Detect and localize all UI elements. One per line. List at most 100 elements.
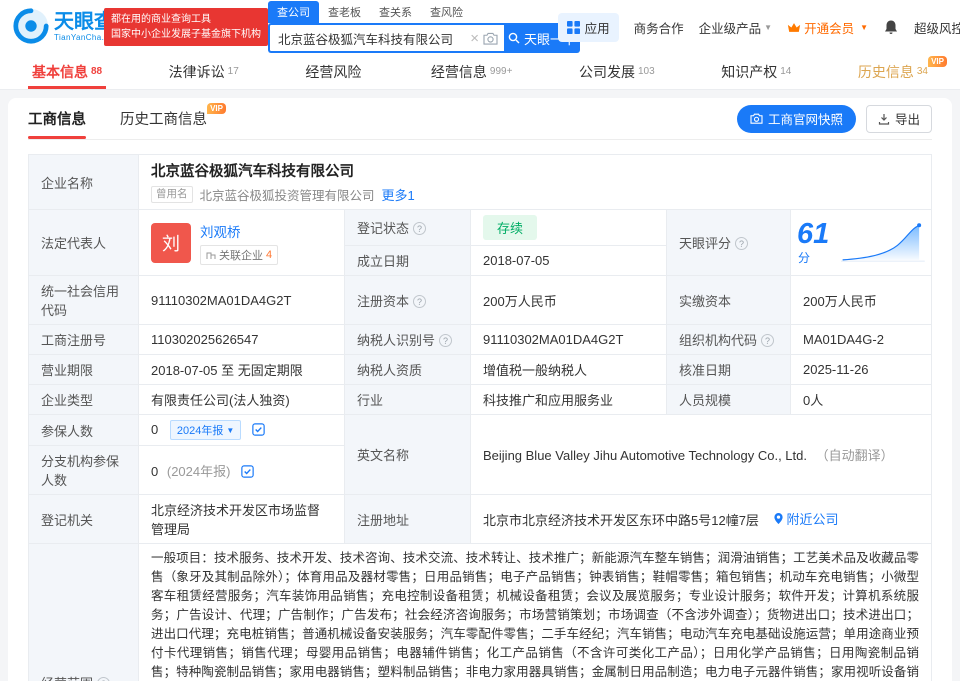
- search-tab-relation[interactable]: 查关系: [370, 1, 421, 23]
- legal-rep-link[interactable]: 刘观桥: [200, 221, 278, 241]
- status-badge: 存续: [483, 215, 537, 240]
- open-vip-label: 开通会员: [804, 18, 854, 37]
- table-row: 登记机关 北京经济技术开发区市场监督管理局 注册地址 北京市北京经济技术开发区东…: [29, 495, 932, 544]
- info-icon[interactable]: ?: [761, 334, 774, 347]
- open-vip-menu[interactable]: 开通会员 ▼: [787, 18, 868, 37]
- reg-status-cell: 存续: [471, 210, 667, 246]
- camera-search-icon[interactable]: [483, 32, 498, 45]
- annual-report-certificate-icon[interactable]: [241, 465, 254, 478]
- table-row: 营业期限 2018-07-05 至 无固定期限 纳税人资质 增值税一般纳税人 核…: [29, 355, 932, 385]
- vip-badge: VIP: [207, 103, 226, 114]
- taxpayer-quality-label: 纳税人资质: [345, 355, 471, 385]
- location-pin-icon: [773, 512, 784, 525]
- subtab-row: 工商信息 历史工商信息 VIP 工商官网快照: [28, 98, 932, 140]
- org-code-value: MA01DA4G-2: [791, 325, 932, 355]
- nearby-companies-link[interactable]: 附近公司: [773, 509, 839, 528]
- related-companies-tag[interactable]: 关联企业 4: [200, 245, 278, 265]
- info-icon[interactable]: ?: [413, 222, 426, 235]
- search-tab-risk[interactable]: 查风险: [421, 1, 472, 23]
- paid-capital-label: 实缴资本: [667, 276, 791, 325]
- search-tab-company[interactable]: 查公司: [268, 1, 319, 23]
- vip-badge: VIP: [928, 56, 947, 67]
- snapshot-label: 工商官网快照: [768, 109, 843, 128]
- subtab-label: 历史工商信息: [120, 108, 207, 129]
- apps-grid-icon: [567, 21, 580, 34]
- tab-label: 法律诉讼: [169, 62, 225, 82]
- enterprise-products-menu[interactable]: 企业级产品 ▼: [699, 18, 772, 37]
- super-risk-link[interactable]: 超级风控: [914, 18, 960, 37]
- apps-button[interactable]: 应用: [558, 13, 619, 42]
- export-button[interactable]: 导出: [866, 105, 932, 133]
- tab-basic-info[interactable]: 基本信息88: [28, 54, 106, 89]
- tab-count: 103: [638, 66, 655, 77]
- insured-cell: 0 2024年报▼: [139, 415, 345, 446]
- company-name: 北京蓝谷极狐汽车科技有限公司: [151, 160, 919, 181]
- chevron-down-icon: ▼: [860, 23, 868, 32]
- english-name: Beijing Blue Valley Jihu Automotive Tech…: [483, 448, 807, 463]
- industry-label: 行业: [345, 385, 471, 415]
- table-row: 参保人数 0 2024年报▼ 英文名称: [29, 415, 932, 446]
- industry-value: 科技推广和应用服务业: [471, 385, 667, 415]
- tab-operation-info[interactable]: 经营信息999+: [427, 54, 517, 89]
- annual-report-certificate-icon[interactable]: [252, 423, 265, 436]
- branch-insured-count: 0: [151, 464, 158, 479]
- score-number: 61: [797, 218, 829, 250]
- info-icon[interactable]: ?: [413, 295, 426, 308]
- company-type-label: 企业类型: [29, 385, 139, 415]
- established-value: 2018-07-05: [471, 246, 667, 276]
- business-cooperation-link[interactable]: 商务合作: [634, 18, 684, 37]
- table-row: 经营范围? 一般项目：技术服务、技术开发、技术咨询、技术交流、技术转让、技术推广…: [29, 544, 932, 681]
- official-snapshot-button[interactable]: 工商官网快照: [737, 105, 856, 133]
- table-row: 法定代表人 刘 刘观桥 关联企业: [29, 210, 932, 246]
- content-area: 工商信息 历史工商信息 VIP 工商官网快照: [0, 90, 960, 681]
- apps-label: 应用: [585, 18, 610, 37]
- tab-legal-proceedings[interactable]: 法律诉讼17: [165, 54, 243, 89]
- download-icon: [878, 113, 890, 125]
- tab-history-info[interactable]: 历史信息34 VIP: [854, 54, 932, 89]
- staff-size-label: 人员规模: [667, 385, 791, 415]
- score-unit: 分: [798, 251, 810, 265]
- tab-operation-risk[interactable]: 经营风险: [301, 54, 368, 89]
- more-former-names-link[interactable]: 更多1: [382, 185, 415, 204]
- org-code-label: 组织机构代码?: [667, 325, 791, 355]
- search-box: ×: [268, 23, 504, 53]
- branch-insured-cell: 0 (2024年报): [139, 446, 345, 495]
- credit-code-value: 91110302MA01DA4G2T: [139, 276, 345, 325]
- tab-count: 88: [91, 66, 102, 77]
- business-scope-value: 一般项目：技术服务、技术开发、技术咨询、技术交流、技术转让、技术推广；新能源汽车…: [139, 544, 932, 681]
- former-name: 北京蓝谷极狐投资管理有限公司: [200, 185, 375, 204]
- search-tabs: 查公司 查老板 查关系 查风险: [268, 3, 580, 23]
- company-type-value: 有限责任公司(法人独资): [139, 385, 345, 415]
- legal-rep-label: 法定代表人: [29, 210, 139, 276]
- slogan-banner: 都在用的商业查询工具 国家中小企业发展子基金旗下机构: [104, 8, 268, 46]
- info-icon[interactable]: ?: [97, 677, 110, 681]
- info-icon[interactable]: ?: [439, 334, 452, 347]
- search-icon: [508, 32, 520, 44]
- company-name-cell: 北京蓝谷极狐汽车科技有限公司 曾用名 北京蓝谷极狐投资管理有限公司 更多1: [139, 155, 932, 210]
- crown-icon: [787, 22, 801, 33]
- snapshot-camera-icon: [750, 113, 763, 124]
- staff-size-value: 0人: [791, 385, 932, 415]
- annual-report-selector[interactable]: 2024年报▼: [170, 420, 241, 440]
- former-name-tag: 曾用名: [151, 186, 193, 203]
- reg-no-label: 工商注册号: [29, 325, 139, 355]
- subtab-history-business-info[interactable]: 历史工商信息 VIP: [120, 98, 207, 139]
- company-name-label: 企业名称: [29, 155, 139, 210]
- clear-search-icon[interactable]: ×: [470, 31, 479, 46]
- subtab-business-info[interactable]: 工商信息: [28, 98, 86, 139]
- business-info-table: 企业名称 北京蓝谷极狐汽车科技有限公司 曾用名 北京蓝谷极狐投资管理有限公司 更…: [28, 154, 932, 681]
- approved-date-value: 2025-11-26: [791, 355, 932, 385]
- tab-count: 17: [228, 66, 239, 77]
- tab-company-development[interactable]: 公司发展103: [575, 54, 659, 89]
- notification-bell-icon[interactable]: [883, 19, 899, 35]
- tab-intellectual-property[interactable]: 知识产权14: [717, 54, 795, 89]
- info-icon[interactable]: ?: [735, 237, 748, 250]
- reg-status-label: 登记状态?: [345, 210, 471, 246]
- score-cell: 61分: [791, 210, 932, 276]
- search-input[interactable]: [278, 31, 466, 45]
- page: 天眼查 TianYanCha.com 都在用的商业查询工具 国家中小企业发展子基…: [0, 0, 960, 681]
- search-tab-boss[interactable]: 查老板: [319, 1, 370, 23]
- legal-rep-avatar[interactable]: 刘: [151, 223, 191, 263]
- card-actions: 工商官网快照 导出: [737, 105, 932, 133]
- score-value: 61分: [797, 220, 838, 266]
